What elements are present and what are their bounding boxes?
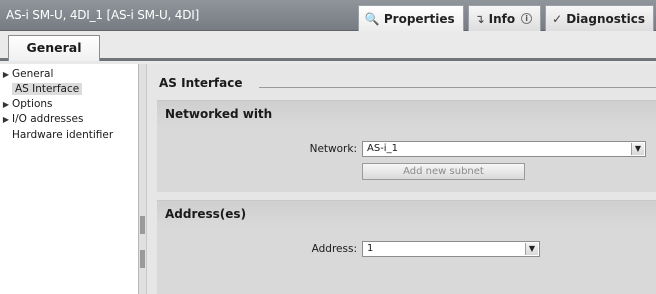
properties-icon: 🔍 bbox=[364, 11, 380, 26]
chevron-down-icon[interactable]: ▼ bbox=[631, 143, 644, 155]
nav-item-label: Hardware identifier bbox=[12, 129, 114, 141]
splitter-grip[interactable] bbox=[140, 250, 145, 268]
tab-info[interactable]: ↴ Info i bbox=[467, 5, 542, 31]
nav-item-as-interface[interactable]: AS Interface bbox=[12, 82, 83, 96]
section-title: AS Interface bbox=[159, 76, 243, 90]
network-label: Network: bbox=[309, 143, 357, 155]
group-title: Address(es) bbox=[165, 207, 247, 221]
nav-splitter[interactable] bbox=[139, 64, 147, 294]
tab-properties[interactable]: 🔍 Properties bbox=[357, 5, 464, 31]
nav-item-label: General bbox=[12, 68, 54, 80]
tab-row: General bbox=[0, 31, 656, 61]
address-label: Address: bbox=[311, 243, 357, 255]
nav-item-label: Options bbox=[12, 98, 53, 110]
group-header: Networked with bbox=[157, 101, 656, 127]
window-title: AS-i SM-U, 4DI_1 [AS-i SM-U, 4DI] bbox=[6, 8, 200, 22]
address-select[interactable]: 1 ▼ bbox=[362, 241, 540, 257]
nav-item-general[interactable]: ▶ General bbox=[0, 67, 53, 81]
title-bar: AS-i SM-U, 4DI_1 [AS-i SM-U, 4DI] 🔍 Prop… bbox=[0, 0, 656, 31]
splitter-grip[interactable] bbox=[140, 216, 145, 234]
nav-item-options[interactable]: ▶ Options bbox=[0, 97, 53, 111]
addresses-group: Address(es) Address: 1 ▼ bbox=[157, 200, 656, 294]
tab-diagnostics[interactable]: ✓ Diagnostics bbox=[545, 5, 654, 31]
nav-item-label: I/O addresses bbox=[12, 113, 84, 125]
diagnostics-icon: ✓ bbox=[552, 11, 563, 26]
add-new-subnet-button[interactable]: Add new subnet bbox=[362, 163, 525, 180]
info-tab-icon: ↴ bbox=[474, 11, 485, 26]
networked-with-group: Networked with Network: AS-i_1 ▼ Add new… bbox=[157, 100, 656, 192]
nav-item-label: AS Interface bbox=[12, 83, 83, 95]
address-value: 1 bbox=[367, 243, 374, 254]
info-icon: i bbox=[521, 13, 533, 24]
expand-arrow-icon[interactable]: ▶ bbox=[0, 68, 12, 82]
group-header: Address(es) bbox=[157, 201, 656, 227]
expand-arrow-icon[interactable]: ▶ bbox=[0, 98, 12, 112]
network-select[interactable]: AS-i_1 ▼ bbox=[362, 141, 646, 157]
section-divider bbox=[259, 87, 656, 88]
chevron-down-icon[interactable]: ▼ bbox=[525, 243, 538, 255]
property-navigation: ▶ General AS Interface ▶ Options ▶ I/O addr… bbox=[0, 64, 139, 294]
tab-diagnostics-label: Diagnostics bbox=[566, 11, 645, 26]
expand-arrow-icon[interactable]: ▶ bbox=[0, 113, 12, 127]
inspector-tabs: 🔍 Properties ↴ Info i ✓ Diagnostics bbox=[357, 5, 654, 31]
tab-properties-label: Properties bbox=[383, 11, 455, 26]
nav-item-io-addresses[interactable]: ▶ I/O addresses bbox=[0, 112, 84, 127]
tab-info-label: Info bbox=[488, 11, 516, 26]
nav-item-hardware-identifier[interactable]: Hardware identifier bbox=[12, 128, 113, 142]
group-title: Networked with bbox=[165, 107, 273, 121]
network-value: AS-i_1 bbox=[367, 143, 398, 154]
tab-general[interactable]: General bbox=[8, 35, 100, 61]
properties-content: AS Interface Networked with Network: AS-… bbox=[147, 64, 656, 294]
